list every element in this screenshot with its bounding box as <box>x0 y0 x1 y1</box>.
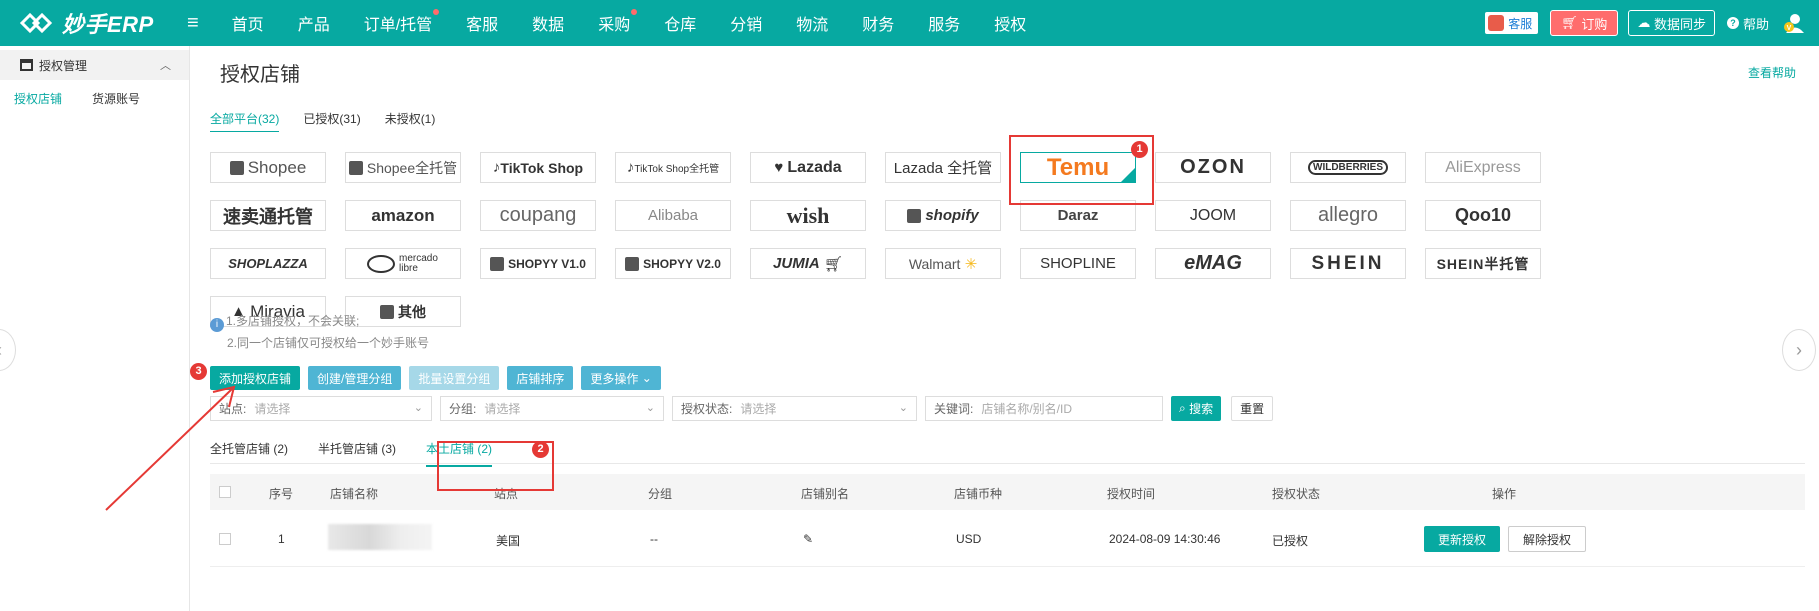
pointer-arrow <box>105 385 236 511</box>
